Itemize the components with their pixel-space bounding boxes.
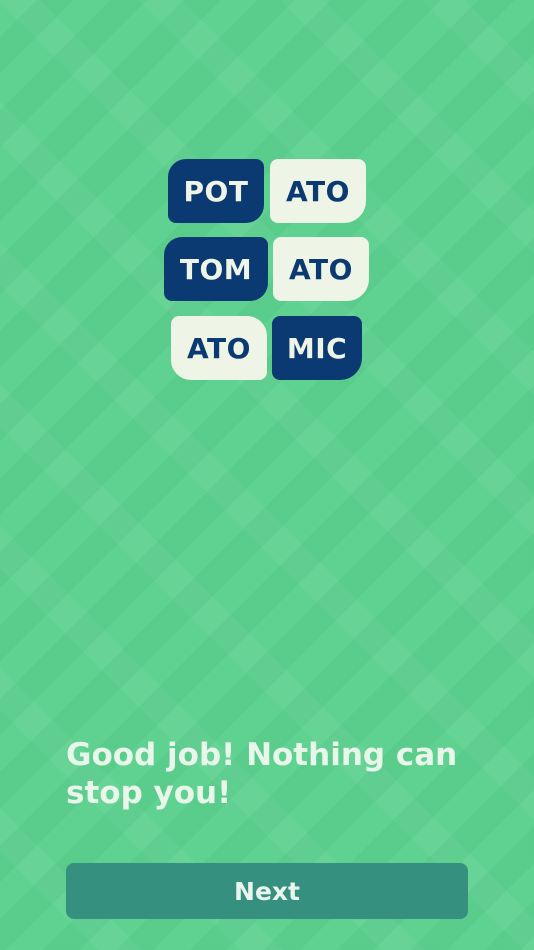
word-tile-grid: POT ATO TOM ATO ATO MIC bbox=[160, 155, 375, 385]
word-tile[interactable]: MIC bbox=[272, 316, 362, 380]
word-tile[interactable]: TOM bbox=[164, 237, 268, 301]
word-tile[interactable]: ATO bbox=[270, 159, 366, 223]
next-button[interactable]: Next bbox=[66, 863, 468, 919]
word-tile[interactable]: POT bbox=[168, 159, 264, 223]
success-message: Good job! Nothing can stop you! bbox=[66, 737, 458, 811]
word-tile[interactable]: ATO bbox=[171, 316, 267, 380]
word-tile[interactable]: ATO bbox=[273, 237, 369, 301]
